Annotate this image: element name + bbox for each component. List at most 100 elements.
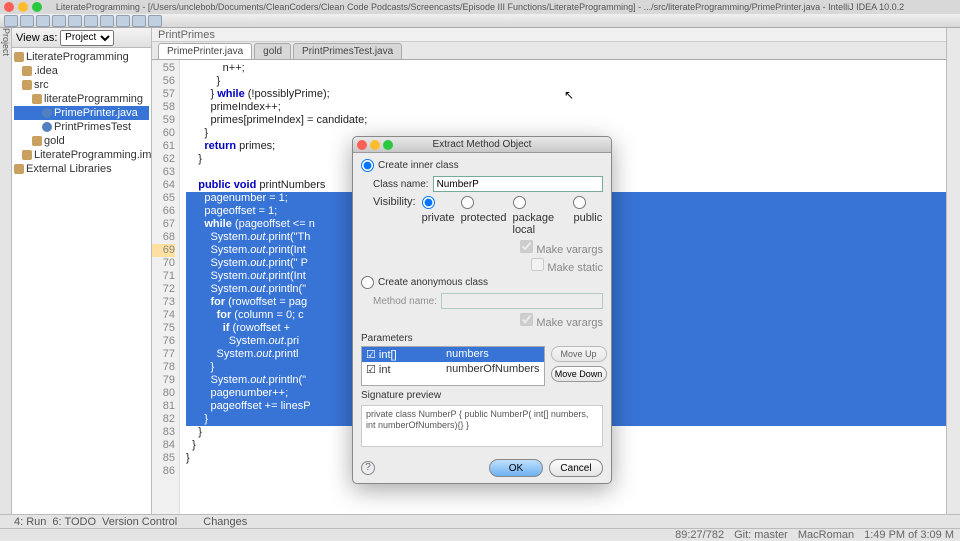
view-as-select[interactable]: Project <box>60 30 114 46</box>
code-line[interactable]: primeIndex++; <box>186 101 946 114</box>
toolbar-button[interactable] <box>68 15 82 27</box>
editor-tab[interactable]: gold <box>254 43 291 59</box>
bottom-tab-vcs[interactable]: Version Control <box>102 516 177 528</box>
encoding[interactable]: MacRoman <box>798 529 854 541</box>
toolbar-button[interactable] <box>84 15 98 27</box>
folder-icon <box>22 80 32 90</box>
move-down-button[interactable]: Move Down <box>551 366 607 382</box>
titlebar: LiterateProgramming - [/Users/unclebob/D… <box>0 0 960 14</box>
line-number: 68 <box>152 231 175 244</box>
zoom-icon[interactable] <box>32 2 42 12</box>
toolbar-button[interactable] <box>148 15 162 27</box>
line-number: 85 <box>152 452 175 465</box>
method-name-label: Method name: <box>373 296 437 307</box>
folder-icon <box>14 52 24 62</box>
signature-preview: private class NumberP { public NumberP( … <box>361 405 603 447</box>
code-line[interactable]: n++; <box>186 62 946 75</box>
zoom-icon[interactable] <box>383 140 393 150</box>
line-number: 79 <box>152 374 175 387</box>
line-number: 69 <box>152 244 175 257</box>
toolbar-button[interactable] <box>52 15 66 27</box>
cancel-button[interactable]: Cancel <box>549 459 603 477</box>
minimize-icon[interactable] <box>18 2 28 12</box>
parameter-row[interactable]: ☑ int[]numbers <box>362 347 544 362</box>
tree-item[interactable]: PrintPrimesTest <box>14 120 149 134</box>
right-tool-stripe[interactable] <box>946 28 960 522</box>
move-up-button[interactable]: Move Up <box>551 346 607 362</box>
line-gutter: 5556575859606162636465666768697071727374… <box>152 60 180 522</box>
toolbar-button[interactable] <box>132 15 146 27</box>
visibility-label: Visibility: <box>373 196 416 236</box>
bottom-tab-todo[interactable]: 6: TODO <box>52 516 96 528</box>
line-number: 65 <box>152 192 175 205</box>
breadcrumb-item[interactable]: PrintPrimes <box>158 29 215 41</box>
editor-tab[interactable]: PrimePrinter.java <box>158 43 252 59</box>
tree-item[interactable]: External Libraries <box>14 162 149 176</box>
create-anonymous-class-label: Create anonymous class <box>378 277 488 288</box>
close-icon[interactable] <box>4 2 14 12</box>
create-anonymous-class-radio[interactable] <box>361 276 374 289</box>
class-name-label: Class name: <box>373 179 429 190</box>
tree-item-label: src <box>34 79 49 91</box>
visibility-package-radio[interactable] <box>513 196 526 209</box>
line-number: 82 <box>152 413 175 426</box>
tree-item[interactable]: LiterateProgramming.iml <box>14 148 149 162</box>
left-tool-stripe[interactable]: Project <box>0 28 12 522</box>
java-file-icon <box>42 122 52 132</box>
line-number: 71 <box>152 270 175 283</box>
tree-item[interactable]: src <box>14 78 149 92</box>
breadcrumbs[interactable]: PrintPrimes <box>152 28 946 42</box>
tree-item[interactable]: literateProgramming <box>14 92 149 106</box>
tree-item[interactable]: LiterateProgramming <box>14 50 149 64</box>
line-number: 55 <box>152 62 175 75</box>
line-number: 83 <box>152 426 175 439</box>
project-header: View as: Project <box>12 28 151 48</box>
window-controls <box>4 2 42 12</box>
bottom-tab-run[interactable]: 4: Run <box>14 516 46 528</box>
folder-icon <box>22 150 32 160</box>
ok-button[interactable]: OK <box>489 459 543 477</box>
tree-item-label: gold <box>44 135 65 147</box>
line-number: 81 <box>152 400 175 413</box>
visibility-public-radio[interactable] <box>573 196 586 209</box>
main-toolbar <box>0 14 960 28</box>
toolbar-button[interactable] <box>36 15 50 27</box>
visibility-protected-radio[interactable] <box>461 196 474 209</box>
toolbar-button[interactable] <box>20 15 34 27</box>
git-branch[interactable]: Git: master <box>734 529 788 541</box>
class-name-input[interactable] <box>433 176 603 192</box>
close-icon[interactable] <box>357 140 367 150</box>
folder-icon <box>32 136 42 146</box>
toolbar-button[interactable] <box>100 15 114 27</box>
line-number: 77 <box>152 348 175 361</box>
parameters-list[interactable]: ☑ int[]numbers☑ intnumberOfNumbers <box>361 346 545 386</box>
line-number: 70 <box>152 257 175 270</box>
line-number: 74 <box>152 309 175 322</box>
line-number: 86 <box>152 465 175 478</box>
help-icon[interactable]: ? <box>361 461 375 475</box>
method-name-input <box>441 293 603 309</box>
folder-icon <box>14 164 24 174</box>
project-tree[interactable]: LiterateProgramming.ideasrcliterateProgr… <box>12 48 151 178</box>
editor-tab[interactable]: PrintPrimesTest.java <box>293 43 402 59</box>
tree-item-label: LiterateProgramming.iml <box>34 149 154 161</box>
parameter-row[interactable]: ☑ intnumberOfNumbers <box>362 362 544 377</box>
code-line[interactable]: primes[primeIndex] = candidate; <box>186 114 946 127</box>
create-inner-class-radio[interactable] <box>361 159 374 172</box>
mouse-cursor-icon: ↖ <box>564 88 574 102</box>
tree-item[interactable]: gold <box>14 134 149 148</box>
visibility-private-radio[interactable] <box>422 196 435 209</box>
bottom-tab-changes[interactable]: Changes <box>203 516 247 528</box>
tree-item[interactable]: .idea <box>14 64 149 78</box>
toolbar-button[interactable] <box>116 15 130 27</box>
line-number: 59 <box>152 114 175 127</box>
toolbar-button[interactable] <box>4 15 18 27</box>
line-number: 73 <box>152 296 175 309</box>
minimize-icon[interactable] <box>370 140 380 150</box>
line-number: 63 <box>152 166 175 179</box>
code-line[interactable]: } <box>186 75 946 88</box>
view-as-label: View as: <box>16 32 57 44</box>
parameters-label: Parameters <box>361 333 603 344</box>
tree-item[interactable]: PrimePrinter.java <box>14 106 149 120</box>
line-number: 64 <box>152 179 175 192</box>
